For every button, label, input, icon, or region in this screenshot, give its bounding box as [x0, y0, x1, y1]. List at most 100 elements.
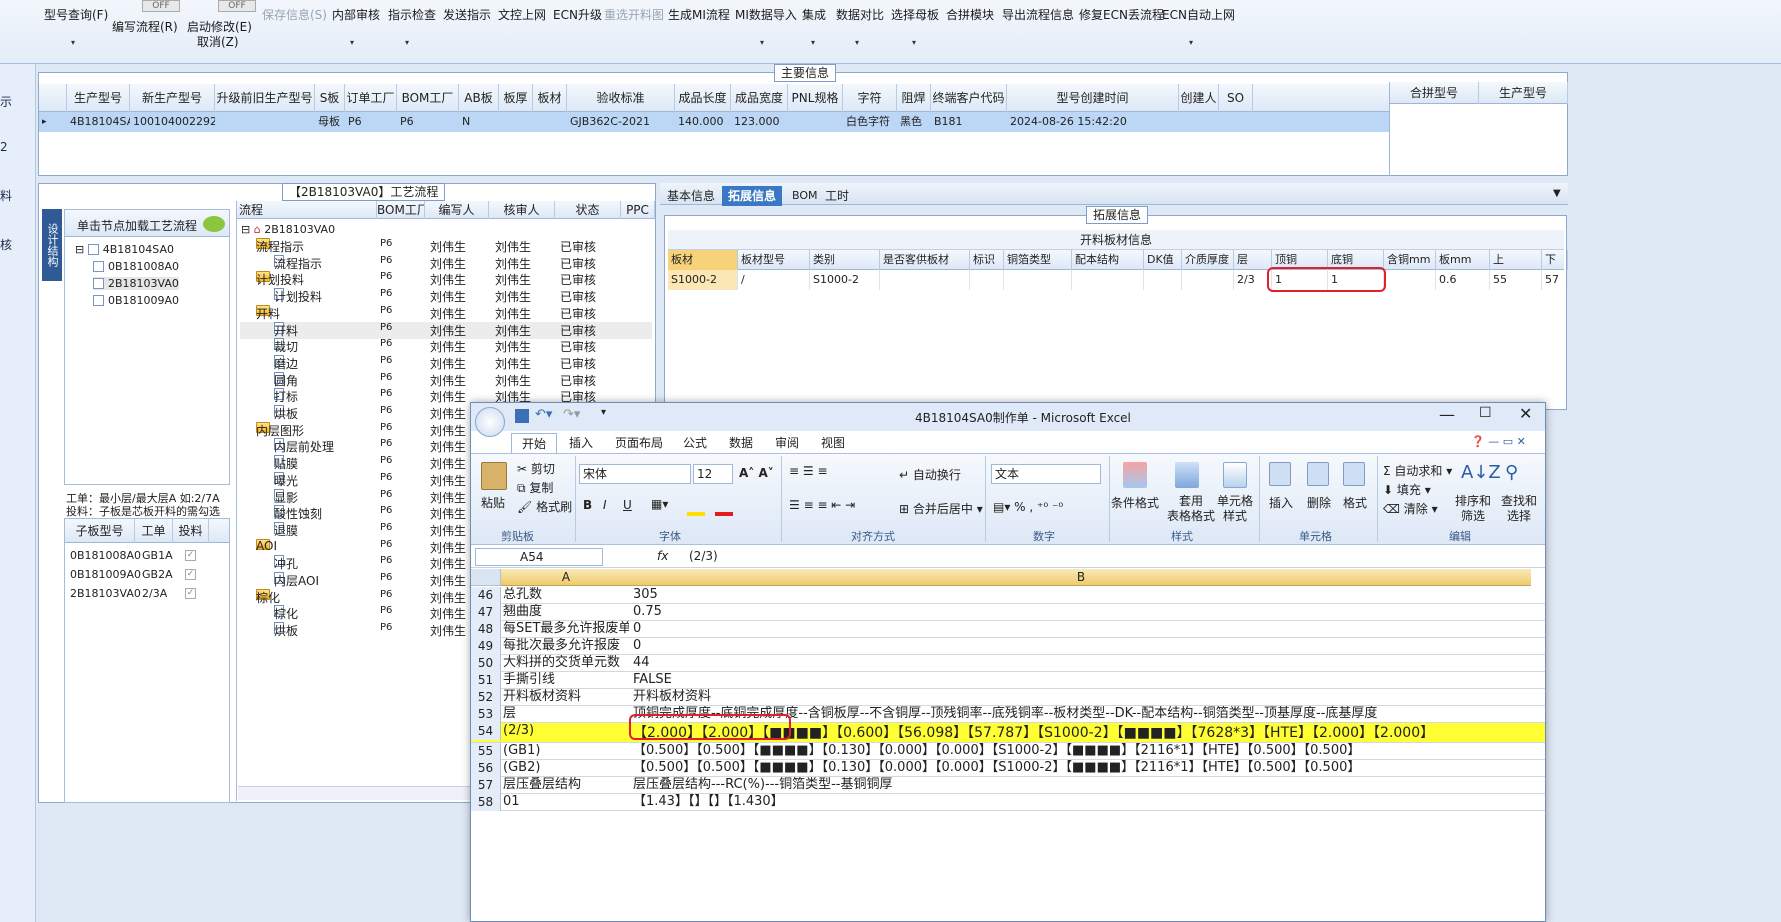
delete-cells-button[interactable]: 删除 [1307, 494, 1331, 511]
left-nav-item[interactable]: 示 [0, 93, 12, 110]
cell[interactable]: 2024-08-26 15:42:20 [1007, 112, 1179, 132]
italic-button[interactable]: I [603, 498, 607, 512]
column-header[interactable]: 上 [1490, 250, 1542, 270]
left-nav-item[interactable]: 2 [0, 140, 8, 154]
save-icon[interactable] [515, 409, 529, 423]
column-header[interactable]: 升级前旧生产型号 [215, 84, 315, 112]
cell[interactable]: P6 [397, 112, 459, 132]
column-header[interactable]: 类别 [810, 250, 880, 270]
cell[interactable]: P6 [345, 112, 397, 132]
cell[interactable] [1144, 270, 1182, 290]
cell-b[interactable]: 层压叠层结构---RC(%)---铜箔类型--基铜铜厚 [633, 777, 1533, 793]
tab-work-hours[interactable]: 工时 [819, 186, 855, 206]
row-number[interactable]: 46 [471, 587, 501, 604]
paste-icon[interactable] [481, 462, 507, 490]
column-header[interactable]: 创建人 [1179, 84, 1219, 112]
cell-a[interactable]: 每批次最多允许报废 [503, 638, 629, 654]
cell-a[interactable]: 开料板材资料 [503, 689, 629, 705]
tree-node[interactable]: 0B181008A0 [93, 260, 179, 273]
cell-style-icon[interactable] [1223, 462, 1247, 488]
column-header[interactable]: 订单工厂 [345, 84, 397, 112]
conditional-format-button[interactable]: 条件格式 [1111, 494, 1159, 511]
cell[interactable] [1004, 270, 1072, 290]
cell[interactable]: S1000-2 [668, 270, 738, 290]
cell[interactable]: 2/3A [139, 584, 167, 604]
column-header[interactable]: 验收标准 [567, 84, 675, 112]
column-header[interactable]: 流程 [237, 201, 377, 219]
save-info-button[interactable]: 保存信息(S) [262, 6, 327, 23]
column-header[interactable]: SO [1219, 84, 1253, 112]
select-all-corner[interactable] [471, 569, 501, 586]
office-button-icon[interactable] [475, 407, 505, 437]
align-top-icon[interactable]: ≡ ☰ ≡ [789, 464, 828, 478]
format-as-table-button[interactable]: 套用 表格格式 [1167, 494, 1215, 524]
table-style-icon[interactable] [1175, 462, 1199, 488]
quick-access-chevron-icon[interactable]: ▾ [601, 407, 606, 418]
column-header[interactable]: 生产型号 [67, 84, 130, 112]
send-instruction-button[interactable]: 发送指示 [443, 6, 491, 23]
column-header[interactable]: 阻焊 [897, 84, 931, 112]
flow-row[interactable]: 计划投料 P6 刘伟生 刘伟生 已审核 [240, 271, 652, 288]
sheet-row[interactable]: 52 开料板材资料 开料板材资料 [471, 689, 1545, 706]
tree-node-selected[interactable]: 2B18103VA0 [93, 277, 179, 290]
mi-import-button[interactable]: MI数据导入 [735, 6, 797, 23]
cell[interactable]: 123.000 [731, 112, 788, 132]
cell-a[interactable]: 手撕引线 [503, 672, 629, 688]
cell[interactable]: 140.000 [675, 112, 731, 132]
cell-a[interactable]: 每SET最多允许报废单 [503, 621, 629, 637]
cell-b[interactable]: 开料板材资料 [633, 689, 1533, 705]
cell-b[interactable]: 44 [633, 655, 1533, 671]
flow-row[interactable]: 计划投料 P6 刘伟生 刘伟生 已审核 [240, 288, 652, 305]
sheet-row[interactable]: 46 总孔数 305 [471, 587, 1545, 604]
row-number[interactable]: 53 [471, 706, 501, 723]
column-header[interactable]: PNL规格 [788, 84, 843, 112]
cell[interactable]: GB1A [139, 546, 173, 566]
cell[interactable]: 白色字符 [843, 112, 897, 132]
cell-b[interactable]: 0.75 [633, 604, 1533, 620]
cell-style-button[interactable]: 单元格 样式 [1217, 494, 1253, 524]
cell[interactable]: 0B181008A0 [67, 546, 141, 566]
column-header[interactable]: 标识 [970, 250, 1004, 270]
cell[interactable]: 4B18104SA0 [67, 112, 130, 132]
chevron-down-icon[interactable]: ▾ [1189, 38, 1193, 47]
column-header[interactable]: 板材型号 [738, 250, 810, 270]
column-header[interactable]: 成品长度 [675, 84, 731, 112]
row-number[interactable]: 47 [471, 604, 501, 621]
find-select-button[interactable]: 查找和 选择 [1501, 494, 1537, 524]
row-number[interactable]: 57 [471, 777, 501, 794]
cell-b[interactable]: 【0.500】【0.500】【■■■■】【0.130】【0.000】【0.000… [633, 760, 1533, 776]
column-header-b[interactable]: B [631, 569, 1531, 586]
sheet-row[interactable]: 48 每SET最多允许报废单 0 [471, 621, 1545, 638]
column-header[interactable]: 板厚 [499, 84, 533, 112]
row-number[interactable]: 55 [471, 743, 501, 760]
sheet-row[interactable]: 57 层压叠层结构 层压叠层结构---RC(%)---铜箔类型--基铜铜厚 [471, 777, 1545, 794]
column-header[interactable]: 编写人 [425, 201, 489, 219]
flow-row[interactable]: 流程指示 P6 刘伟生 刘伟生 已审核 [240, 238, 652, 255]
row-number[interactable]: 48 [471, 621, 501, 638]
chevron-down-icon[interactable]: ▾ [855, 38, 859, 47]
column-header[interactable]: 工单 [135, 519, 173, 543]
sort-icon[interactable]: A↓Z [1461, 462, 1501, 483]
row-number[interactable]: 49 [471, 638, 501, 655]
column-header[interactable]: 铜箔类型 [1004, 250, 1072, 270]
column-header[interactable]: 配本结构 [1072, 250, 1144, 270]
cell[interactable] [970, 270, 1004, 290]
column-header[interactable]: 板mm [1436, 250, 1490, 270]
toggle-off[interactable]: OFF [218, 0, 256, 12]
column-header[interactable]: BOM工厂 [397, 84, 459, 112]
feed-checkbox[interactable]: ✓ [185, 569, 196, 580]
column-header[interactable]: 字符 [843, 84, 897, 112]
toggle-off[interactable]: OFF [142, 0, 180, 12]
cell-b[interactable]: 【1.43】【】【】【1.430】 [633, 794, 1533, 810]
format-painter-button[interactable]: 🖌 格式刷 [517, 498, 572, 515]
sheet-row[interactable]: 55 (GB1) 【0.500】【0.500】【■■■■】【0.130】【0.000… [471, 743, 1545, 760]
cell[interactable] [880, 270, 970, 290]
flow-row[interactable]: 开料 P6 刘伟生 刘伟生 已审核 [240, 304, 652, 322]
cell[interactable] [1072, 270, 1144, 290]
ribbon-tab-page-layout[interactable]: 页面布局 [605, 433, 673, 453]
cell-b[interactable]: FALSE [633, 672, 1533, 688]
tab-bom[interactable]: BOM [786, 186, 824, 206]
font-size-select[interactable]: 12 [693, 464, 733, 484]
chevron-down-icon[interactable]: ▾ [760, 38, 764, 47]
cancel-button[interactable]: 取消(Z) [197, 33, 239, 50]
